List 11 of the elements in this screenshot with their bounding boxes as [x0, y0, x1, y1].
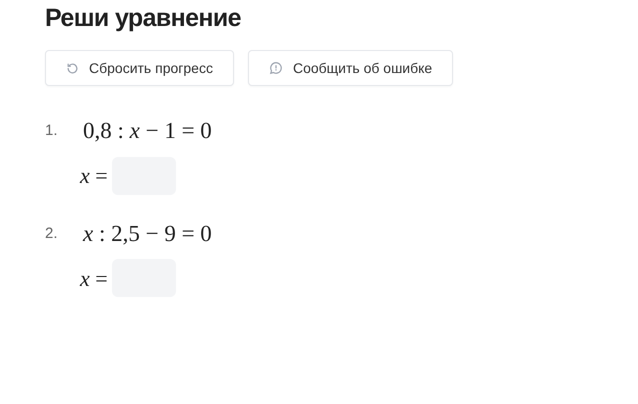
- report-error-button[interactable]: Сообщить об ошибке: [248, 50, 454, 86]
- answer-label: x =: [80, 264, 108, 292]
- comment-icon: [268, 61, 283, 75]
- reset-icon: [66, 62, 79, 74]
- equation: 0,8 : x − 1 = 0: [83, 117, 212, 145]
- reset-progress-button[interactable]: Сбросить прогресс: [45, 50, 234, 86]
- task-number: 1.: [45, 121, 59, 141]
- answer-label: x =: [80, 162, 108, 190]
- task-number: 2.: [45, 224, 59, 244]
- page-title: Реши уравнение: [45, 3, 242, 33]
- equation: x : 2,5 − 9 = 0: [83, 220, 212, 248]
